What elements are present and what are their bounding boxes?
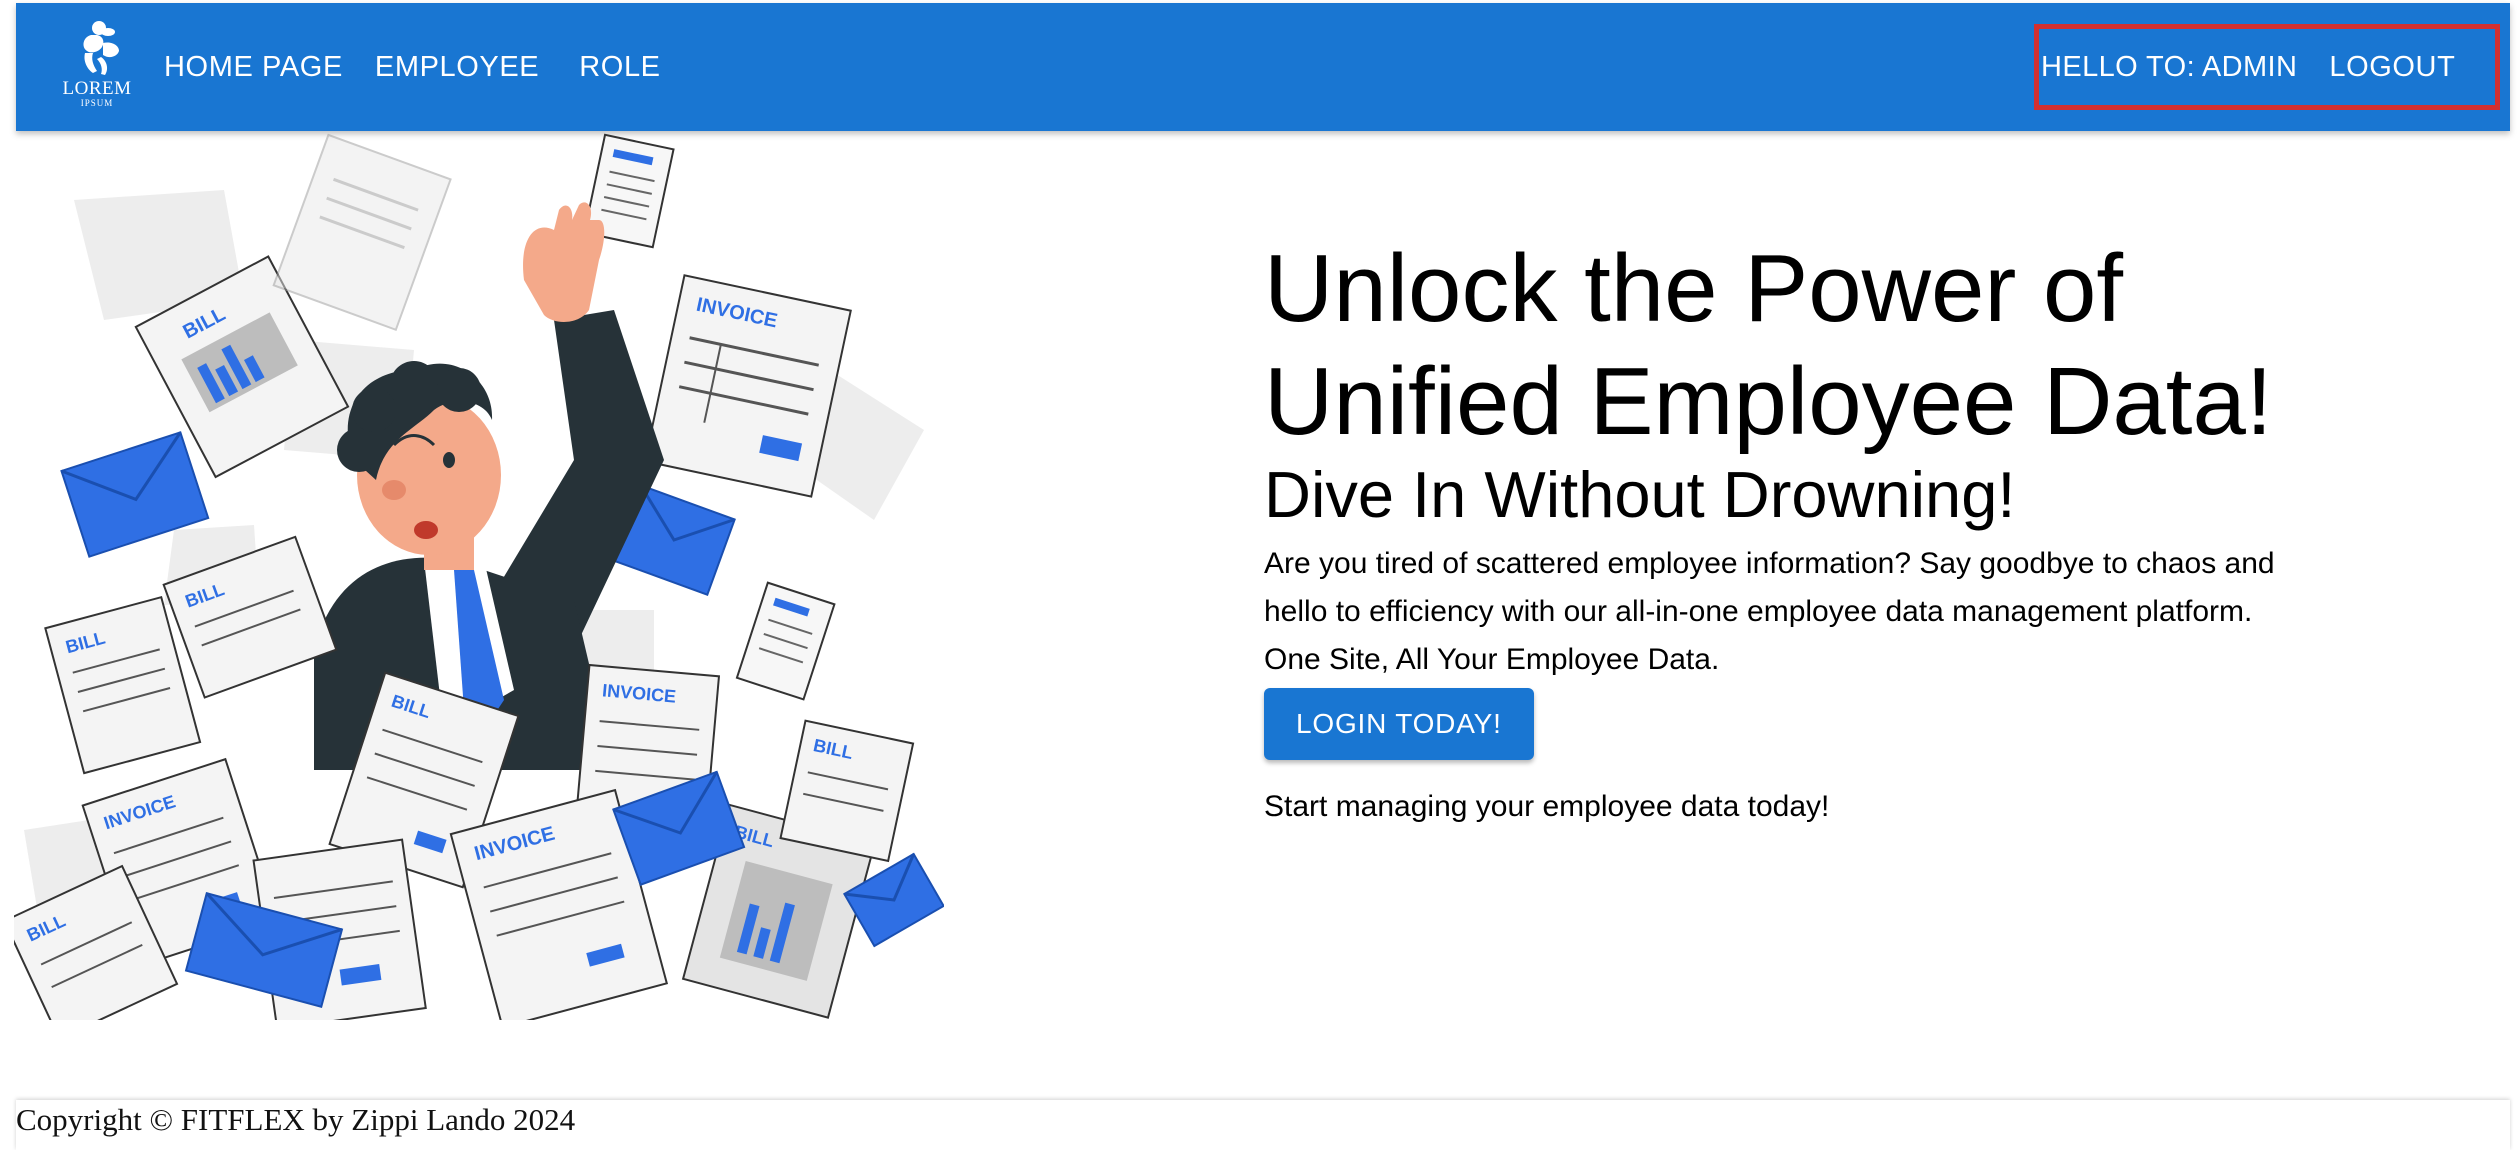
floating-receipt <box>735 581 836 701</box>
logo-text: LOREM <box>62 78 132 99</box>
login-today-button[interactable]: LOGIN TODAY! <box>1264 688 1534 760</box>
hero-description-line-3: One Site, All Your Employee Data. <box>1264 643 1720 676</box>
hero-illustration: BILL INVOICE BILL BILL BILL INVOICE INVO… <box>2 130 946 1041</box>
hero-title-line-1: Unlock the Power of <box>1264 235 2124 342</box>
logout-button[interactable]: LOGOUT <box>2329 51 2455 84</box>
floating-faded-doc <box>272 133 452 332</box>
top-navbar: LOREM IPSUM HOME PAGE EMPLOYEE ROLE HELL… <box>16 3 2510 131</box>
hero-title: Unlock the Power of Unified Employee Dat… <box>1264 232 2464 458</box>
copyright-text: Copyright © FITFLEX by Zippi Lando 2024 <box>16 1102 576 1137</box>
hero-title-line-2: Unified Employee Data! <box>1264 348 2273 455</box>
hero-footnote: Start managing your employee data today! <box>1264 790 1830 823</box>
hero-description-line-1: Are you tired of scattered employee info… <box>1264 547 2275 580</box>
logo-subtext: IPSUM <box>80 98 114 108</box>
user-area-highlight: HELLO TO: ADMIN LOGOUT <box>2034 24 2500 110</box>
hero-section: Unlock the Power of Unified Employee Dat… <box>1264 232 2464 824</box>
user-greeting: HELLO TO: ADMIN <box>2041 50 2298 83</box>
hero-description: Are you tired of scattered employee info… <box>1264 540 2464 684</box>
nav-role[interactable]: ROLE <box>563 41 676 94</box>
hero-description-line-2: hello to efficiency with our all-in-one … <box>1264 595 2253 628</box>
person-drowning-in-papers-illustration: BILL INVOICE BILL BILL BILL INVOICE INVO… <box>2 133 946 1041</box>
brand-logo[interactable]: LOREM IPSUM <box>62 19 132 115</box>
page-footer: Copyright © FITFLEX by Zippi Lando 2024 <box>16 1100 2510 1150</box>
nav-links: HOME PAGE EMPLOYEE ROLE <box>148 3 677 131</box>
nav-employee[interactable]: EMPLOYEE <box>359 41 555 94</box>
hero-subtitle: Dive In Without Drowning! <box>1264 458 2016 531</box>
nav-home-page[interactable]: HOME PAGE <box>148 41 359 94</box>
logo-icon <box>83 21 119 75</box>
